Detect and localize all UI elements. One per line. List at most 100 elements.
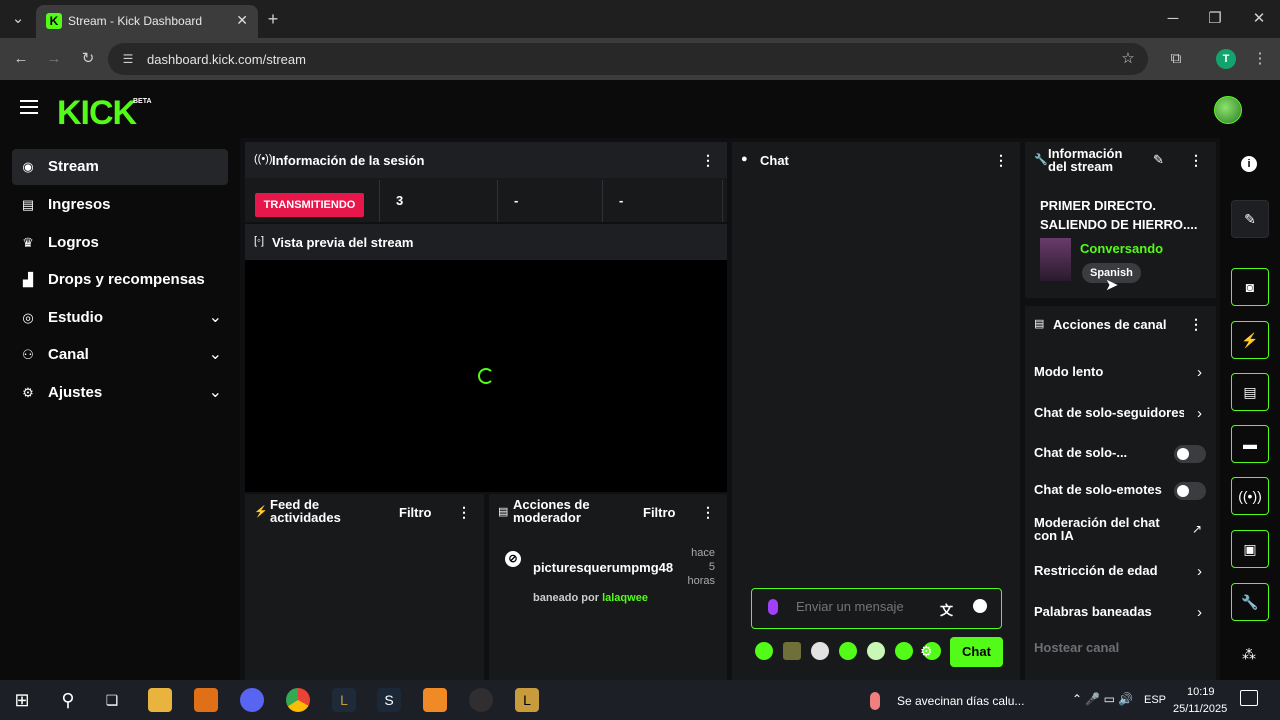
- filter-button[interactable]: Filtro: [399, 505, 432, 520]
- browser-tab-bar: ⌄ K Stream - Kick Dashboard ✕ + ─ ❐ ✕: [0, 0, 1280, 38]
- panel-header: ▤ Acciones de canal ⋮: [1025, 306, 1216, 342]
- rail-stream-info-button[interactable]: 🔧: [1231, 583, 1269, 621]
- minimize-icon[interactable]: ─: [1163, 9, 1183, 29]
- browser-tab[interactable]: K Stream - Kick Dashboard ✕: [36, 5, 258, 38]
- steam-icon[interactable]: S: [377, 688, 401, 712]
- browser-menu-icon[interactable]: ⋮: [1250, 49, 1270, 69]
- rail-edit-button[interactable]: ✎: [1231, 200, 1269, 238]
- new-tab-icon[interactable]: +: [263, 9, 283, 29]
- tab-search-icon[interactable]: ⌄: [8, 9, 28, 29]
- action-label: Chat de solo-seguidores: [1034, 405, 1184, 420]
- sidebar-item-drops[interactable]: ▟ Drops y recompensas: [12, 262, 228, 298]
- rail-activity-button[interactable]: ⚡: [1231, 321, 1269, 359]
- action-subscribers-only[interactable]: Chat de solo-...: [1034, 445, 1206, 463]
- task-view-icon[interactable]: ❏: [100, 688, 124, 712]
- more-options-icon[interactable]: ⋮: [1189, 316, 1203, 333]
- banned-username[interactable]: picturesquerumpmg48: [533, 560, 673, 575]
- rail-more-icon[interactable]: ⁂: [1242, 646, 1256, 663]
- action-banned-words[interactable]: Palabras baneadas ›: [1034, 604, 1206, 621]
- more-options-icon[interactable]: ⋮: [1189, 152, 1203, 169]
- notification-center-icon[interactable]: [1240, 690, 1258, 706]
- sidebar-item-estudio[interactable]: ◎ Estudio ⌄: [12, 300, 228, 336]
- omnibox[interactable]: ☰ dashboard.kick.com/stream ☆: [108, 43, 1148, 75]
- extensions-icon[interactable]: ⧉: [1166, 49, 1186, 69]
- action-ai-moderation[interactable]: Moderación del chat con IA ↗: [1034, 516, 1206, 542]
- edit-pencil-icon[interactable]: ✎: [1153, 152, 1164, 168]
- action-emotes-only[interactable]: Chat de solo-emotes: [1034, 482, 1206, 500]
- more-options-icon[interactable]: ⋮: [457, 504, 471, 521]
- emote-icon[interactable]: [895, 642, 913, 660]
- live-status-cell: TRANSMITIENDO: [245, 180, 380, 222]
- stat-value: -: [619, 193, 624, 208]
- action-age-restriction[interactable]: Restricción de edad ›: [1034, 563, 1206, 580]
- search-icon[interactable]: ⚲: [56, 688, 80, 712]
- subscribers-only-toggle[interactable]: [1174, 445, 1206, 463]
- kick-logo[interactable]: KICK: [57, 94, 137, 133]
- more-options-icon[interactable]: ⋮: [994, 152, 1008, 169]
- moderator-username[interactable]: lalaqwee: [602, 592, 648, 604]
- clock-time[interactable]: 10:19: [1187, 686, 1215, 698]
- chat-settings-icon[interactable]: ⚙: [920, 643, 933, 660]
- file-explorer-icon[interactable]: [148, 688, 172, 712]
- emoji-icon[interactable]: [973, 599, 987, 613]
- rail-channel-actions-button[interactable]: ▣: [1231, 530, 1269, 568]
- league-icon[interactable]: L: [332, 688, 356, 712]
- sidebar-item-label: Drops y recompensas: [48, 271, 205, 288]
- sidebar-item-stream[interactable]: ◉ Stream: [12, 149, 228, 185]
- tray-icons[interactable]: ⌃ 🎤 ▭ 🔊: [1072, 692, 1133, 706]
- rail-broadcast-button[interactable]: ((•)): [1231, 477, 1269, 515]
- back-icon[interactable]: ←: [11, 49, 31, 69]
- action-followers-only[interactable]: Chat de solo-seguidores ›: [1034, 405, 1206, 422]
- forward-icon[interactable]: →: [44, 49, 64, 69]
- obs-icon[interactable]: [469, 688, 493, 712]
- chat-bubble-icon: ●: [741, 153, 748, 165]
- clock-date[interactable]: 25/11/2025: [1173, 703, 1227, 715]
- panel-header: ⚡ Feed de actividades Filtro ⋮: [245, 494, 484, 530]
- send-chat-button[interactable]: Chat: [950, 637, 1003, 667]
- sidebar-item-label: Stream: [48, 158, 99, 175]
- site-info-icon[interactable]: ☰: [118, 49, 138, 69]
- rail-chat-button[interactable]: ▬: [1231, 425, 1269, 463]
- user-avatar[interactable]: [1214, 96, 1242, 124]
- emote-icon[interactable]: [783, 642, 801, 660]
- more-options-icon[interactable]: ⋮: [701, 504, 715, 521]
- emotes-only-toggle[interactable]: [1174, 482, 1206, 500]
- league-client-icon[interactable]: L: [515, 688, 539, 712]
- chrome-icon[interactable]: [286, 688, 310, 712]
- bookmark-star-icon[interactable]: ☆: [1118, 49, 1138, 69]
- app-icon[interactable]: [194, 688, 218, 712]
- weather-notification[interactable]: Se avecinan días calu...: [897, 694, 1024, 708]
- fl-studio-icon[interactable]: [423, 688, 447, 712]
- action-slow-mode[interactable]: Modo lento ›: [1034, 364, 1206, 381]
- stream-category[interactable]: Conversando: [1080, 241, 1163, 256]
- action-host-channel[interactable]: Hostear canal: [1034, 640, 1206, 655]
- rail-moderator-button[interactable]: ▤: [1231, 373, 1269, 411]
- rail-preview-button[interactable]: ◙: [1231, 268, 1269, 306]
- chat-input-box[interactable]: 文: [751, 588, 1002, 629]
- discord-icon[interactable]: [240, 688, 264, 712]
- language-indicator[interactable]: ESP: [1144, 694, 1166, 706]
- sidebar-item-logros[interactable]: ♛ Logros: [12, 225, 228, 261]
- sidebar-item-ingresos[interactable]: ▤ Ingresos: [12, 187, 228, 223]
- profile-avatar[interactable]: T: [1216, 49, 1236, 69]
- windows-start-icon[interactable]: ⊞: [10, 688, 34, 712]
- translate-icon[interactable]: 文: [940, 600, 953, 619]
- emote-icon[interactable]: [839, 642, 857, 660]
- emote-icon[interactable]: [811, 642, 829, 660]
- chevron-down-icon: ⌄: [208, 346, 222, 363]
- window-close-icon[interactable]: ✕: [1249, 9, 1269, 29]
- reload-icon[interactable]: ↻: [78, 49, 98, 69]
- more-options-icon[interactable]: ⋮: [701, 152, 715, 169]
- chat-message-input[interactable]: [796, 599, 926, 614]
- maximize-icon[interactable]: ❐: [1205, 9, 1225, 29]
- sidebar-item-canal[interactable]: ⚇ Canal ⌄: [12, 337, 228, 373]
- emote-icon[interactable]: [755, 642, 773, 660]
- banned-by-label: baneado por: [533, 592, 600, 604]
- info-icon[interactable]: i: [1241, 156, 1257, 172]
- tab-close-icon[interactable]: ✕: [236, 12, 248, 29]
- filter-button[interactable]: Filtro: [643, 505, 676, 520]
- sidebar-item-ajustes[interactable]: ⚙ Ajustes ⌄: [12, 375, 228, 411]
- emote-icon[interactable]: [867, 642, 885, 660]
- hamburger-menu-icon[interactable]: [20, 100, 38, 114]
- microphone-icon[interactable]: [768, 599, 778, 615]
